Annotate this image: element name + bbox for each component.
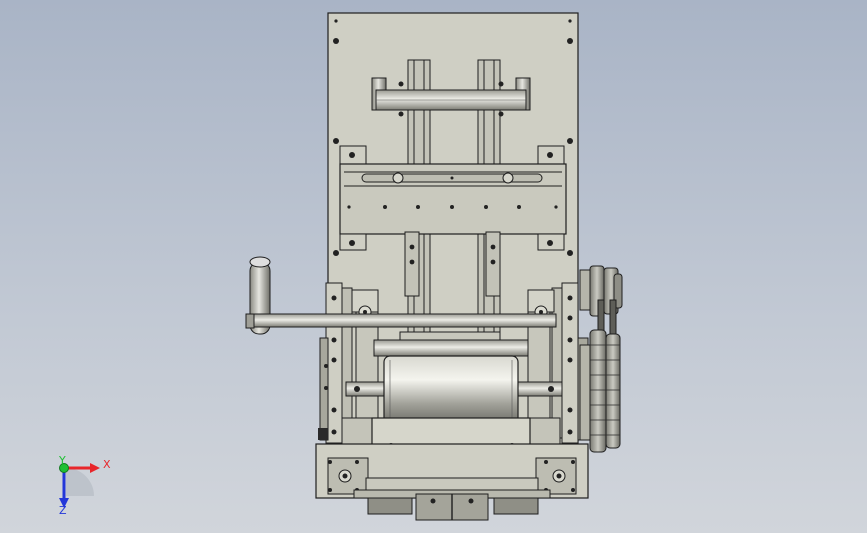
- orientation-triad: X Y Z: [58, 454, 111, 517]
- z-axis-label: Z: [59, 504, 67, 517]
- y-axis-label: Y: [58, 454, 66, 467]
- timing-pulley-lower: [579, 329, 621, 453]
- assembly-drawing: X Y Z: [58, 12, 623, 521]
- feet-and-clamp: [353, 477, 551, 521]
- x-axis-label: X: [103, 458, 111, 471]
- cad-viewport[interactable]: X Y Z: [0, 0, 867, 533]
